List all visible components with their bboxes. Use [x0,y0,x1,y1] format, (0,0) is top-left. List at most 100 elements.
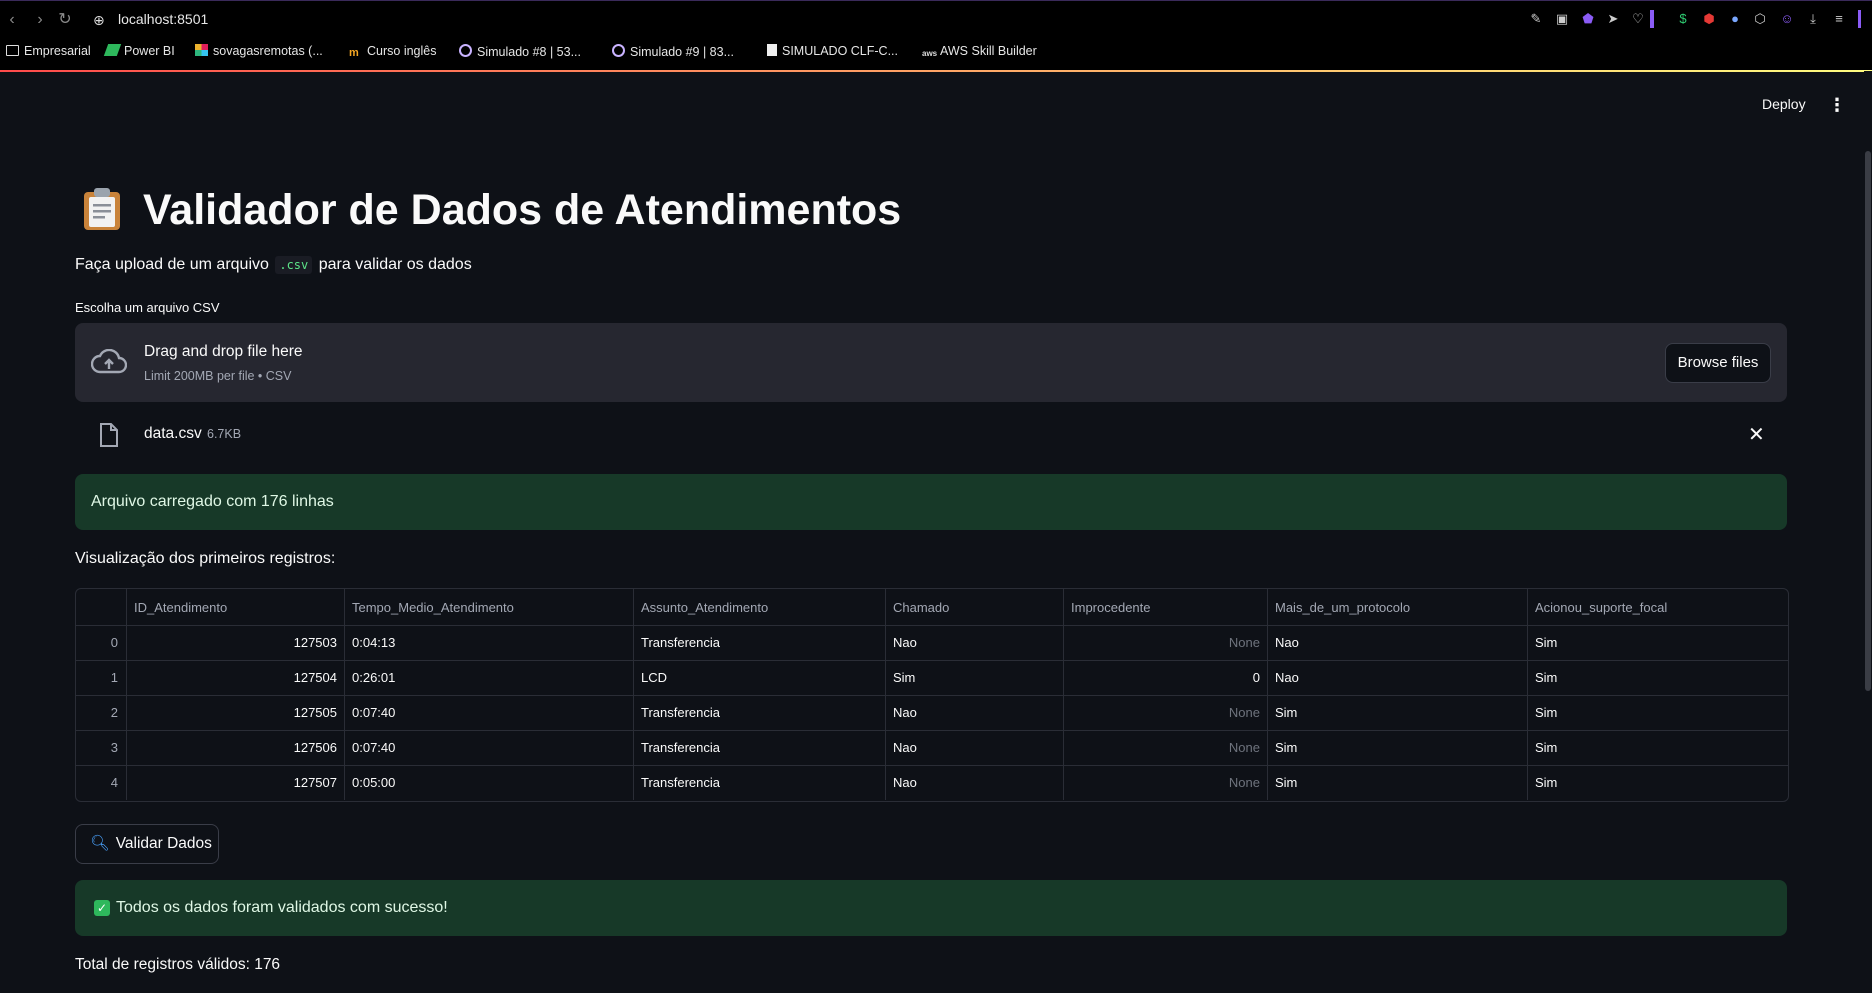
table-cell[interactable]: Nao [886,730,1064,765]
file-name: data.csv [144,425,202,442]
data-table[interactable]: ID_Atendimento Tempo_Medio_Atendimento A… [75,588,1789,802]
bookmark-curso-ingles[interactable]: m Curso inglês [349,44,436,59]
scrollbar[interactable] [1864,71,1872,993]
table-cell[interactable]: Transferencia [634,625,886,660]
total-valid-records: Total de registros válidos: 176 [75,956,281,973]
bookmark-empresarial[interactable]: Empresarial [6,44,91,58]
ublock-icon[interactable]: ⬢ [1701,11,1717,27]
row-index: 3 [76,730,127,765]
validate-data-button[interactable]: 🔍︎ Validar Dados [75,824,219,864]
table-cell[interactable]: None [1064,625,1268,660]
reload-icon[interactable]: ↻ [55,10,75,30]
preview-label: Visualização dos primeiros registros: [75,550,336,567]
table-cell[interactable]: 127503 [127,625,345,660]
table-cell[interactable]: 0 [1064,660,1268,695]
course-icon: m [349,47,359,59]
table-cell[interactable]: 127504 [127,660,345,695]
page-title: Validador de Dados de Atendimentos [143,186,902,234]
column-header[interactable]: Tempo_Medio_Atendimento [345,589,634,625]
table-cell[interactable]: None [1064,730,1268,765]
table-row[interactable]: 1 127504 0:26:01 LCD Sim 0 Nao Sim [76,660,1788,696]
row-index: 1 [76,660,127,695]
table-cell[interactable]: Nao [1268,660,1528,695]
table-cell[interactable]: 0:26:01 [345,660,634,695]
table-cell[interactable]: Transferencia [634,730,886,765]
table-cell[interactable]: Sim [1528,765,1788,800]
scrollbar-thumb[interactable] [1865,151,1871,691]
quiz-icon [612,44,625,57]
download-icon[interactable]: ⤓ [1805,11,1821,27]
document-icon [767,44,777,56]
column-header[interactable]: Improcedente [1064,589,1268,625]
bookmark-simulado-8[interactable]: Simulado #8 | 53... [459,44,581,59]
table-cell[interactable]: Nao [886,765,1064,800]
table-cell[interactable]: Sim [1528,660,1788,695]
csv-code: .csv [275,256,313,274]
clipboard-icon [82,186,122,232]
table-cell[interactable]: 0:05:00 [345,765,634,800]
table-cell[interactable]: 0:07:40 [345,730,634,765]
heart-icon[interactable]: ♡ [1630,11,1646,27]
bookmark-power-bi[interactable]: Power BI [103,44,175,58]
table-cell[interactable]: None [1064,765,1268,800]
shield-icon[interactable]: ⬟ [1580,11,1596,27]
bookmark-sovagasremotas[interactable]: sovagasremotas (... [195,44,323,58]
sphere-extension-icon[interactable]: ● [1727,11,1743,27]
table-cell[interactable]: Transferencia [634,695,886,730]
profile-icon[interactable]: ☺ [1779,11,1795,27]
table-cell[interactable]: Sim [1268,695,1528,730]
menu-icon[interactable]: ≡ [1831,11,1847,27]
table-cell[interactable]: LCD [634,660,886,695]
table-cell[interactable]: Sim [1528,625,1788,660]
table-cell[interactable]: Nao [886,625,1064,660]
column-header[interactable]: Assunto_Atendimento [634,589,886,625]
uploader-label: Escolha um arquivo CSV [75,300,220,315]
table-cell[interactable]: Sim [886,660,1064,695]
table-cell[interactable]: 0:07:40 [345,695,634,730]
table-cell[interactable]: Nao [886,695,1064,730]
site-info-icon[interactable]: ⊕ [93,12,109,28]
main-menu-icon[interactable]: ⋮ [1828,96,1846,114]
table-cell[interactable]: Sim [1528,695,1788,730]
remove-file-icon[interactable]: ✕ [1748,422,1765,447]
row-index: 0 [76,625,127,660]
browse-files-button[interactable]: Browse files [1665,343,1771,383]
deploy-button[interactable]: Deploy [1762,96,1806,112]
bookmark-simulado-clf[interactable]: SIMULADO CLF-C... [767,44,898,58]
back-icon[interactable]: ‹ [2,10,22,30]
cloud-upload-icon [90,348,128,375]
bookmark-simulado-9[interactable]: Simulado #9 | 83... [612,44,734,59]
table-row[interactable]: 3 127506 0:07:40 Transferencia Nao None … [76,730,1788,766]
table-row[interactable]: 4 127507 0:05:00 Transferencia Nao None … [76,765,1788,800]
file-icon [99,423,119,447]
cube-extension-icon[interactable]: ⬡ [1752,11,1768,27]
column-header[interactable]: Acionou_suporte_focal [1528,589,1788,625]
bookmark-aws-skill-builder[interactable]: aws AWS Skill Builder [922,44,1037,60]
send-icon[interactable]: ➤ [1605,11,1621,27]
browser-chrome: ‹ › ↻ ⊕ localhost:8501 ✎ ▣ ⬟ ➤ ♡ $ ⬢ ● ⬡… [0,0,1872,72]
money-extension-icon[interactable]: $ [1675,11,1691,27]
table-row[interactable]: 2 127505 0:07:40 Transferencia Nao None … [76,695,1788,731]
address-bar[interactable]: localhost:8501 [118,11,208,27]
table-cell[interactable]: 127507 [127,765,345,800]
table-cell[interactable]: Sim [1528,730,1788,765]
column-header[interactable]: Mais_de_um_protocolo [1268,589,1528,625]
file-dropzone[interactable]: Drag and drop file here Limit 200MB per … [75,323,1787,402]
success-alert: ✓ Todos os dados foram validados com suc… [75,880,1787,936]
table-cell[interactable]: Sim [1268,730,1528,765]
row-index: 2 [76,695,127,730]
table-cell[interactable]: Nao [1268,625,1528,660]
edit-icon[interactable]: ✎ [1528,11,1544,27]
table-cell[interactable]: 127506 [127,730,345,765]
table-row[interactable]: 0 127503 0:04:13 Transferencia Nao None … [76,625,1788,661]
forward-icon[interactable]: › [30,10,50,30]
table-cell[interactable]: 0:04:13 [345,625,634,660]
table-cell[interactable]: 127505 [127,695,345,730]
table-cell[interactable]: Sim [1268,765,1528,800]
column-header[interactable]: Chamado [886,589,1064,625]
column-header[interactable]: ID_Atendimento [127,589,345,625]
table-cell[interactable]: None [1064,695,1268,730]
aws-icon: aws [922,49,938,58]
table-cell[interactable]: Transferencia [634,765,886,800]
camera-icon[interactable]: ▣ [1554,11,1570,27]
